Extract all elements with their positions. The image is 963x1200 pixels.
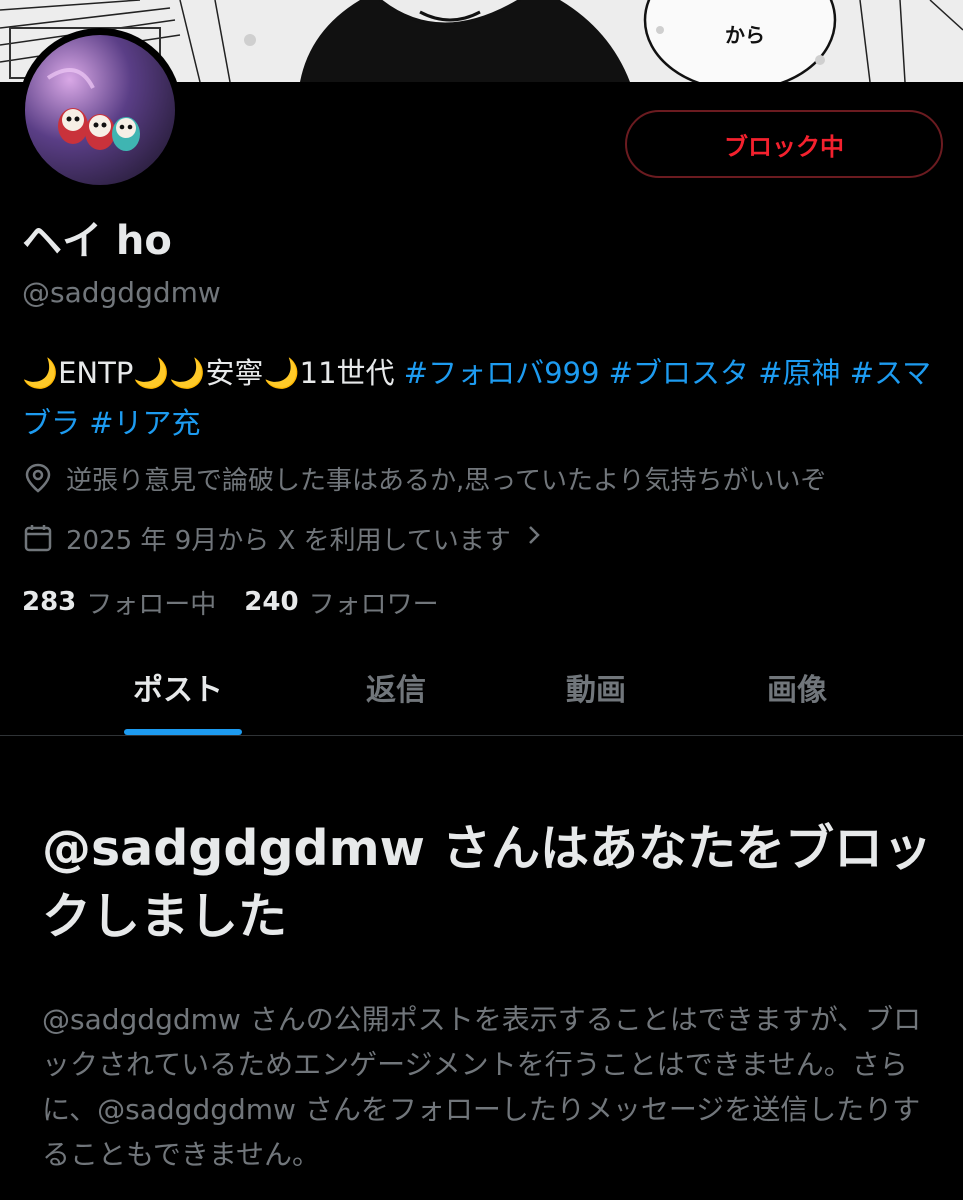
hashtag-link[interactable]: #原神 xyxy=(758,356,840,390)
blocking-button[interactable]: ブロック中 xyxy=(625,110,943,178)
followers-count[interactable]: 240 xyxy=(244,587,298,617)
profile-avatar[interactable] xyxy=(18,28,182,192)
banner-text: から xyxy=(725,23,765,47)
hashtag-link[interactable]: #フォロバ999 xyxy=(404,356,600,390)
followers-label[interactable]: フォロワー xyxy=(309,584,439,621)
bio-text: 🌙ENTP🌙🌙安寧🌙11世代 xyxy=(22,356,404,390)
tab-posts[interactable]: ポスト xyxy=(133,662,223,712)
tab-images[interactable]: 画像 xyxy=(767,662,827,712)
profile-bio: 🌙ENTP🌙🌙安寧🌙11世代 #フォロバ999 #ブロスタ #原神 #スマブラ … xyxy=(22,348,947,448)
hashtag-link[interactable]: #ブロスタ xyxy=(609,356,749,390)
location-pin-icon xyxy=(22,462,54,494)
profile-location: 逆張り意見で論破した事はあるか,思っていたより気持ちがいいぞ xyxy=(22,458,826,498)
calendar-icon xyxy=(22,522,54,554)
following-count[interactable]: 283 xyxy=(22,587,76,617)
tabs-divider xyxy=(0,735,963,736)
tab-replies[interactable]: 返信 xyxy=(366,662,426,712)
location-text: 逆張り意見で論破した事はあるか,思っていたより気持ちがいいぞ xyxy=(66,465,827,496)
joined-text: 2025 年 9月から X を利用しています xyxy=(66,525,511,556)
profile-handle: @sadgdgdmw xyxy=(22,276,221,309)
follow-stats: 283 フォロー中 240 フォロワー xyxy=(22,582,467,622)
blocked-notice-title: @sadgdgdmw さんはあなたをブロックしました xyxy=(42,820,932,945)
following-label[interactable]: フォロー中 xyxy=(86,584,216,621)
display-name: ヘイ ho xyxy=(22,218,172,264)
profile-joined-date[interactable]: 2025 年 9月から X を利用しています xyxy=(22,518,541,558)
chevron-right-icon xyxy=(527,523,541,553)
hashtag-link[interactable]: #リア充 xyxy=(89,406,200,440)
avatar-image xyxy=(19,29,181,191)
tab-videos[interactable]: 動画 xyxy=(566,662,626,712)
blocked-notice-body: @sadgdgdmw さんの公開ポストを表示することはできますが、ブロックされて… xyxy=(42,1003,922,1171)
